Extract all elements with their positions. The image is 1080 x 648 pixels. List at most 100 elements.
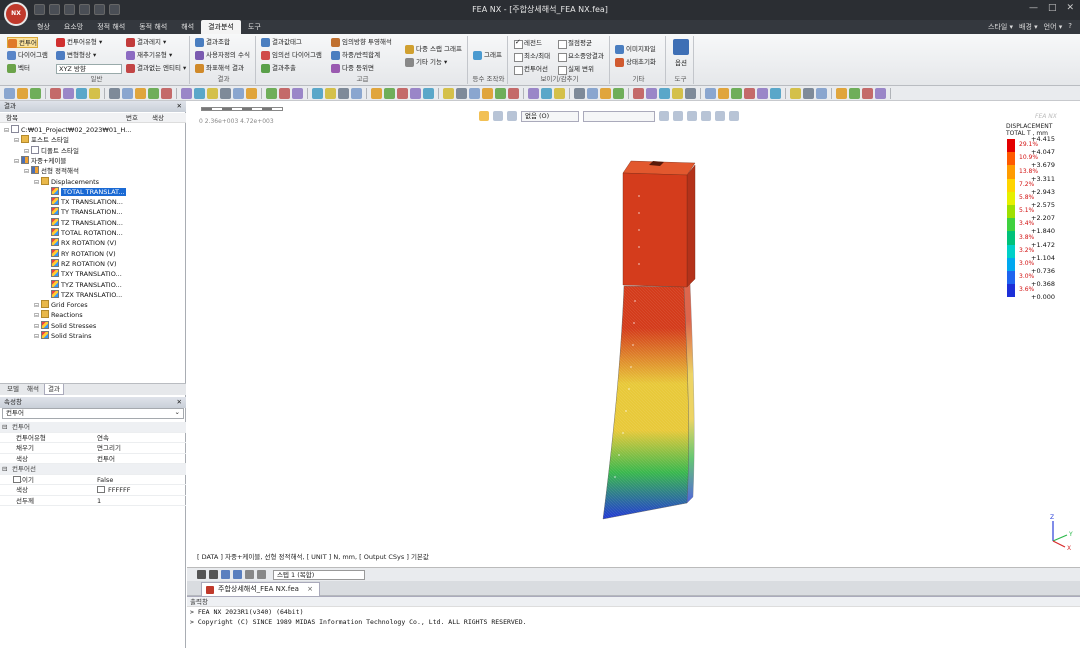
tree-node[interactable]: TZX TRANSLATIO... [44, 289, 122, 300]
toolbar-button-icon[interactable] [816, 87, 827, 99]
export-icon[interactable] [233, 570, 242, 579]
toolbar-button-icon[interactable] [646, 87, 657, 99]
tree-node[interactable]: TYZ TRANSLATIO... [44, 279, 122, 290]
property-value[interactable]: 면그리기 [97, 443, 121, 453]
toolbar-button-icon[interactable] [790, 87, 801, 99]
document-tab[interactable]: 주합상세해석_FEA NX.fea × [201, 582, 321, 596]
toolbar-button-icon[interactable] [659, 87, 670, 99]
property-value[interactable]: 연속 [97, 433, 109, 443]
tree-node[interactable]: RX ROTATION (V) [44, 238, 117, 248]
deformed-shape-dropdown[interactable]: 변형형상 ▾ [56, 50, 96, 61]
toolbar-button-icon[interactable] [4, 87, 15, 99]
tree-node[interactable]: TX TRANSLATION... [44, 197, 123, 207]
property-row[interactable]: 컨투어유형 연속 [0, 433, 186, 443]
user-formula-button[interactable]: 사용자정의 수식 [195, 50, 250, 61]
tree-node[interactable]: TXY TRANSLATIO... [44, 269, 122, 279]
toolbar-button-icon[interactable] [423, 87, 434, 99]
result-combination-button[interactable]: 결과조합 [195, 37, 230, 48]
menu-tab[interactable]: 정적 해석 [90, 20, 132, 34]
stop-icon[interactable] [209, 570, 218, 579]
tree-node[interactable]: ⊟ Reactions [34, 310, 83, 320]
tree-node[interactable]: ⊟ Grid Forces [34, 300, 88, 310]
record-icon[interactable] [221, 570, 230, 579]
toolbar-button-icon[interactable] [292, 87, 303, 99]
expand-toggle-icon[interactable]: ⊟ [24, 167, 31, 177]
panel-tab[interactable]: 해석 [24, 384, 42, 395]
toolbar-button-icon[interactable] [220, 87, 231, 99]
app-logo[interactable]: NX [4, 2, 28, 26]
property-value[interactable]: 컨투어 [97, 454, 115, 464]
toolbar-button-icon[interactable] [731, 87, 742, 99]
multi-slab-graph-button[interactable]: 다중 스랩 그래프 [405, 44, 462, 55]
toolbar-button-icon[interactable] [148, 87, 159, 99]
toolbar-button-icon[interactable] [109, 87, 120, 99]
contour-type-dropdown[interactable]: 컨투어유형 ▾ [56, 37, 102, 48]
graph-button[interactable]: 그래프 [473, 50, 502, 61]
toolbar-button-icon[interactable] [849, 87, 860, 99]
toolbar-button-icon[interactable] [770, 87, 781, 99]
language-menu[interactable]: 언어 ▾ [1044, 22, 1063, 32]
toolbar-button-icon[interactable] [495, 87, 506, 99]
toolbar-button-icon[interactable] [456, 87, 467, 99]
toolbar-button-icon[interactable] [685, 87, 696, 99]
toolbar-button-icon[interactable] [672, 87, 683, 99]
expand-toggle-icon[interactable]: ⊟ [14, 157, 21, 167]
node-average-checkbox[interactable]: 절점평균 [558, 38, 592, 49]
close-button[interactable]: ✕ [1066, 3, 1074, 13]
min-max-checkbox[interactable]: 최소/최대 [514, 51, 550, 62]
style-menu[interactable]: 스타일 ▾ [988, 22, 1013, 32]
visible-checkbox[interactable] [13, 475, 21, 483]
result-tag-button[interactable]: 결과값태그 [261, 37, 302, 48]
property-row[interactable]: 채우기 면그리기 [0, 443, 186, 454]
toolbar-button-icon[interactable] [541, 87, 552, 99]
property-object-select[interactable]: 컨투어 [2, 408, 184, 419]
projection-analysis-button[interactable]: 임의방향 투영해석 [331, 37, 392, 48]
property-value[interactable]: False [13, 475, 113, 485]
toolbar-button-icon[interactable] [194, 87, 205, 99]
document-tab-close-icon[interactable]: × [307, 585, 313, 593]
panel-close-icon[interactable]: ✕ [177, 101, 182, 112]
toolbar-button-icon[interactable] [181, 87, 192, 99]
arbitrary-line-diagram-button[interactable]: 임의선 다이어그램 [261, 50, 322, 61]
tree-node[interactable]: ⊟ 포스트 스타일 [14, 135, 69, 145]
tree-node[interactable]: TOTAL ROTATION... [44, 228, 123, 238]
element-center-checkbox[interactable]: 요소중앙결과 [558, 51, 604, 62]
toolbar-button-icon[interactable] [836, 87, 847, 99]
toolbar-button-icon[interactable] [246, 87, 257, 99]
model-view[interactable]: 0 2.36e+003 4.72e+003 없음 (O) FEA NX DISP… [187, 101, 1080, 567]
toolbar-button-icon[interactable] [76, 87, 87, 99]
toolbar-button-icon[interactable] [528, 87, 539, 99]
toolbar-button-icon[interactable] [574, 87, 585, 99]
contour-button[interactable]: 컨투어 [7, 37, 38, 48]
tree-node[interactable]: RZ ROTATION (V) [44, 258, 117, 269]
toolbar-button-icon[interactable] [875, 87, 886, 99]
toolbar-button-icon[interactable] [744, 87, 755, 99]
image-file-button[interactable]: 이미지파일 [615, 44, 656, 55]
legend-checkbox[interactable]: 레전드 [514, 37, 542, 49]
help-icon[interactable]: ? [1068, 22, 1072, 32]
toolbar-button-icon[interactable] [351, 87, 362, 99]
toolbar-button-icon[interactable] [862, 87, 873, 99]
tree-node[interactable]: ⊟ C:₩01_Project₩02_2023₩01_H... [4, 125, 131, 135]
color-swatch[interactable] [97, 486, 105, 493]
toolbar-button-icon[interactable] [587, 87, 598, 99]
toolbar-button-icon[interactable] [135, 87, 146, 99]
minimize-button[interactable]: — [1029, 3, 1038, 13]
property-row[interactable]: 색상 FFFFFF [0, 485, 186, 496]
expand-toggle-icon[interactable]: ⊟ [14, 136, 21, 146]
property-row[interactable]: 색상 컨투어 [0, 454, 186, 464]
toolbar-button-icon[interactable] [89, 87, 100, 99]
result-legend-dropdown[interactable]: 결과레지 ▾ [126, 37, 166, 48]
tree-node[interactable]: ⊟ 자중+케이블 [14, 155, 66, 167]
toolbar-button-icon[interactable] [803, 87, 814, 99]
toolbar-button-icon[interactable] [757, 87, 768, 99]
tree-node[interactable]: TZ TRANSLATION... [44, 217, 123, 228]
toolbar-button-icon[interactable] [338, 87, 349, 99]
toolbar-button-icon[interactable] [718, 87, 729, 99]
toolbar-button-icon[interactable] [233, 87, 244, 99]
toolbar-button-icon[interactable] [469, 87, 480, 99]
toolbar-button-icon[interactable] [161, 87, 172, 99]
toolbar-button-icon[interactable] [613, 87, 624, 99]
step-next-icon[interactable] [257, 570, 266, 579]
toolbar-button-icon[interactable] [371, 87, 382, 99]
